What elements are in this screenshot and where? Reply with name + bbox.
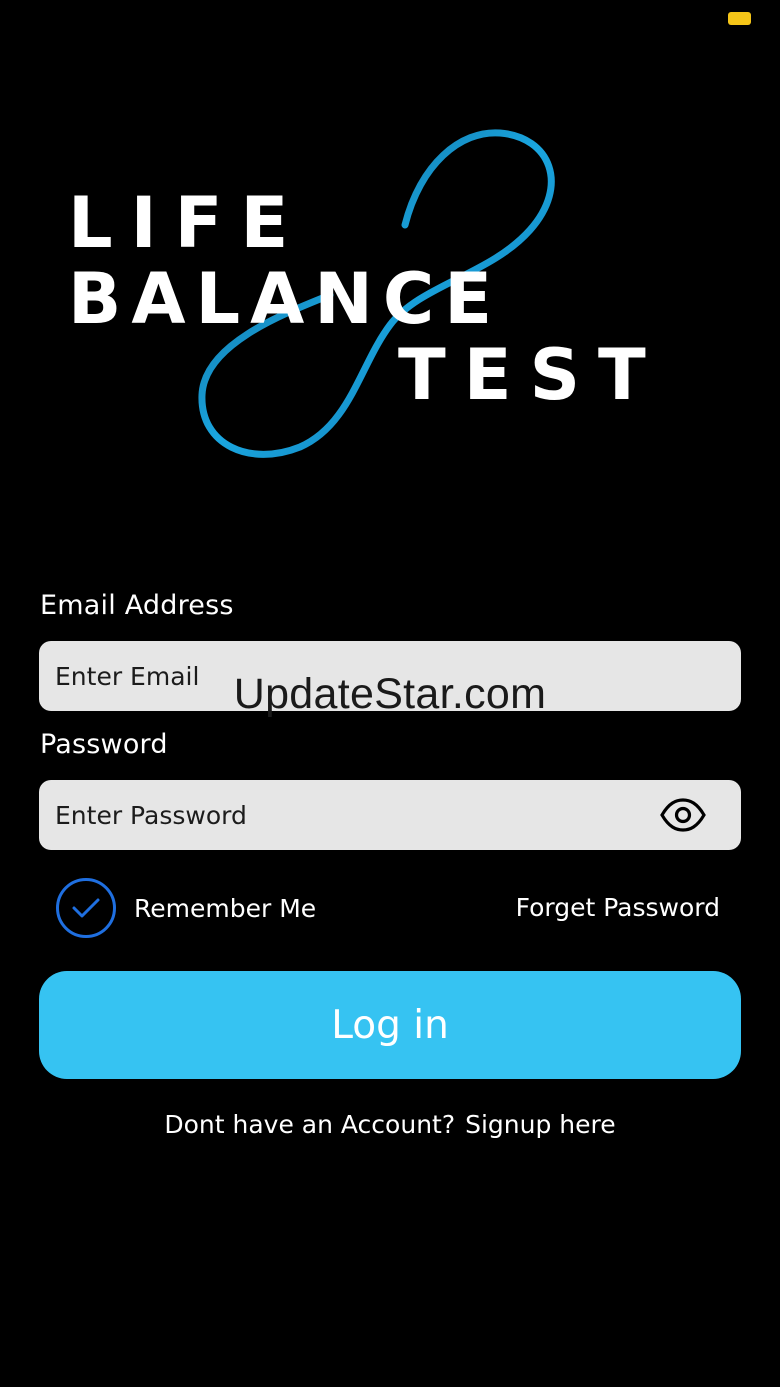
remember-me-checkbox[interactable]: Remember Me (56, 878, 316, 938)
forgot-password-link[interactable]: Forget Password (516, 893, 720, 922)
login-button[interactable]: Log in (39, 971, 741, 1079)
logo-line-test: TEST (398, 334, 664, 416)
password-field-container[interactable] (39, 780, 741, 850)
infinity-loop-icon: LIFE BALANCE TEST (68, 129, 664, 458)
checkbox-circle[interactable] (56, 878, 116, 938)
email-label: Email Address (40, 590, 234, 621)
signup-row: Dont have an Account? Signup here (0, 1110, 780, 1139)
show-password-button[interactable] (657, 789, 709, 841)
logo-line-balance: BALANCE (68, 258, 502, 340)
battery-icon (728, 12, 751, 25)
password-label: Password (40, 729, 168, 760)
check-icon (72, 898, 100, 918)
signup-prompt: Dont have an Account? (164, 1110, 456, 1139)
email-field-container[interactable] (39, 641, 741, 711)
logo-line-life: LIFE (68, 182, 306, 264)
remember-me-label: Remember Me (134, 893, 317, 923)
app-logo: LIFE BALANCE TEST (60, 125, 720, 465)
password-input[interactable] (55, 780, 657, 850)
eye-icon (660, 798, 706, 832)
signup-link[interactable]: Signup here (465, 1110, 616, 1139)
email-input[interactable] (55, 641, 725, 711)
